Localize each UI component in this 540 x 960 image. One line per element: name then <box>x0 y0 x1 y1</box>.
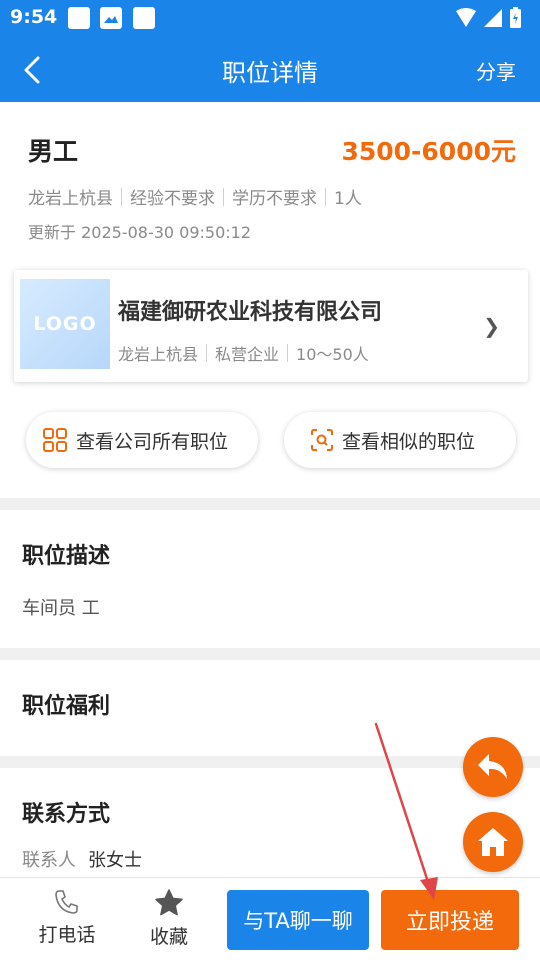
home-fab-button[interactable] <box>463 812 523 872</box>
bottom-action-bar: 打电话 收藏 与TA聊一聊 立即投递 <box>0 877 540 960</box>
status-time: 9:54 <box>10 6 58 28</box>
home-icon <box>478 828 508 856</box>
company-location: 龙岩上杭县 <box>118 345 199 364</box>
view-all-positions-button[interactable]: 查看公司所有职位 <box>26 412 258 468</box>
description-title: 职位描述 <box>22 544 111 569</box>
page-title: 职位详情 <box>222 59 318 87</box>
company-type: 私营企业 <box>215 345 280 364</box>
apply-button[interactable]: 立即投递 <box>381 890 519 950</box>
contact-title: 联系方式 <box>22 802 111 827</box>
notification-icon <box>68 7 90 29</box>
chat-button[interactable]: 与TA聊一聊 <box>227 890 369 950</box>
description-text: 车间员 工 <box>22 598 100 619</box>
share-button[interactable]: 分享 <box>476 56 516 85</box>
favorite-label: 收藏 <box>149 926 188 948</box>
scan-search-icon <box>311 429 333 451</box>
company-logo: LOGO <box>20 279 110 369</box>
app-bar: 职位详情 分享 <box>0 36 540 102</box>
job-headcount: 1人 <box>334 189 362 209</box>
contact-row: 联系人 张女士 <box>22 846 142 872</box>
company-name: 福建御研农业科技有限公司 <box>118 300 383 325</box>
company-size: 10～50人 <box>296 345 369 364</box>
signal-icon <box>484 9 502 27</box>
gallery-notification-icon <box>100 7 122 29</box>
grid-icon <box>43 428 67 452</box>
phone-icon <box>55 890 78 914</box>
job-title: 男工 <box>28 137 79 166</box>
view-all-positions-label: 查看公司所有职位 <box>76 430 229 453</box>
call-button[interactable]: 打电话 <box>22 878 112 960</box>
contact-section: 联系方式 联系人 张女士 <box>0 768 540 888</box>
back-fab-button[interactable] <box>463 737 523 797</box>
status-bar: 9:54 <box>0 0 540 36</box>
view-similar-positions-label: 查看相似的职位 <box>342 430 476 453</box>
app-notification-icon <box>133 7 155 29</box>
benefits-section: 职位福利 <box>0 660 540 756</box>
job-meta: 龙岩上杭县 经验不要求 学历不要求 1人 <box>28 184 362 209</box>
favorite-button[interactable]: 收藏 <box>124 878 214 960</box>
wifi-icon <box>456 8 476 27</box>
call-label: 打电话 <box>38 924 96 946</box>
reply-icon <box>478 754 507 779</box>
job-education: 学历不要求 <box>232 189 317 209</box>
contact-name: 张女士 <box>88 850 142 871</box>
salary: 3500-6000元 <box>341 137 516 166</box>
view-similar-positions-button[interactable]: 查看相似的职位 <box>284 412 516 468</box>
chevron-right-icon: ❯ <box>483 314 500 338</box>
update-time: 更新于 2025-08-30 09:50:12 <box>28 223 252 242</box>
benefits-title: 职位福利 <box>22 694 111 719</box>
contact-label: 联系人 <box>22 850 76 871</box>
job-experience: 经验不要求 <box>130 189 215 209</box>
job-location: 龙岩上杭县 <box>28 189 113 209</box>
description-section: 职位描述 车间员 工 <box>0 510 540 648</box>
star-icon <box>155 889 183 916</box>
company-meta: 龙岩上杭县 私营企业 10～50人 <box>118 341 369 365</box>
company-card[interactable]: LOGO 福建御研农业科技有限公司 龙岩上杭县 私营企业 10～50人 ❯ <box>14 270 528 382</box>
system-status-icons <box>456 7 521 28</box>
